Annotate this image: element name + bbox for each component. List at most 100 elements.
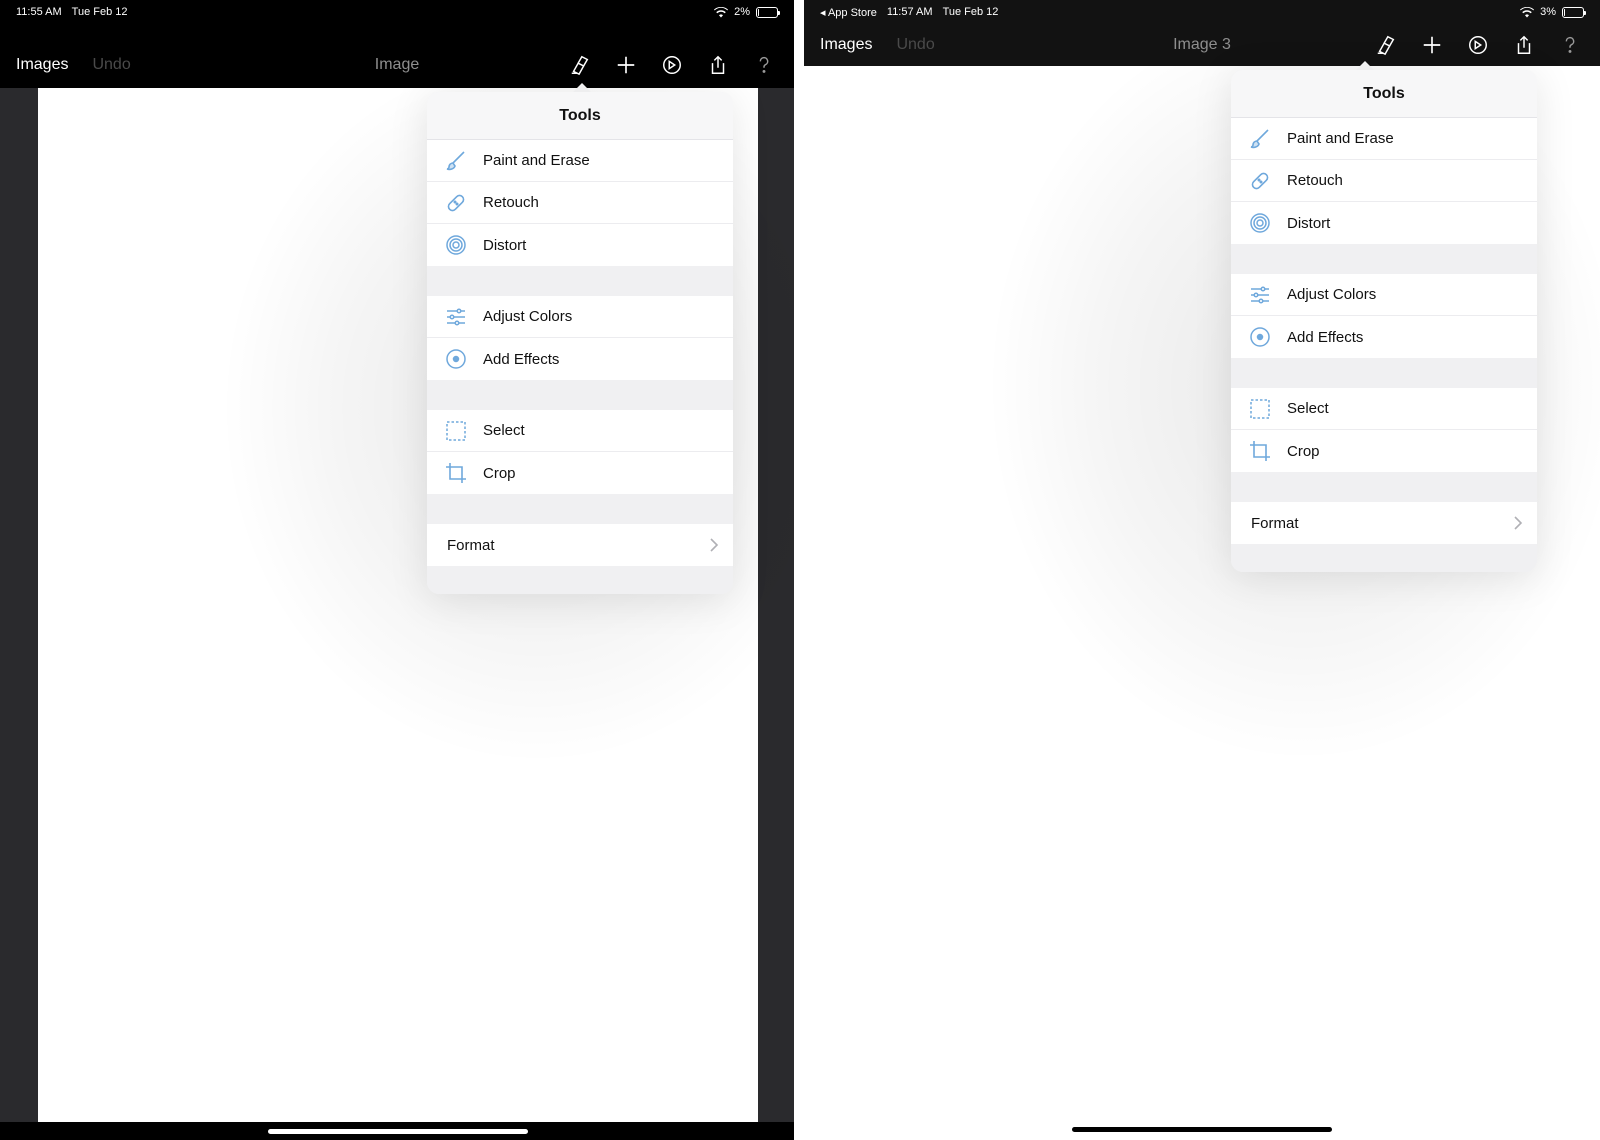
- effects-icon: [443, 346, 469, 372]
- sliders-icon: [447, 307, 465, 326]
- menu-item-add-effects[interactable]: Add Effects: [427, 338, 733, 380]
- chevron-right-icon: [710, 538, 719, 552]
- wifi-icon: [1520, 6, 1535, 17]
- selection-icon: [443, 418, 469, 444]
- menu-item-label: Crop: [483, 464, 516, 482]
- help-icon: [759, 56, 769, 73]
- menu-group: Format: [427, 524, 733, 566]
- selection-icon: [1247, 396, 1273, 422]
- menu-item-label: Retouch: [483, 194, 539, 211]
- menu-item-retouch[interactable]: Retouch: [1231, 160, 1537, 202]
- menu-item-paint-and-erase[interactable]: Paint and Erase: [427, 140, 733, 182]
- menu-item-format[interactable]: Format: [1231, 502, 1537, 544]
- tools-icon: [571, 55, 589, 76]
- effects-icon: [1247, 324, 1273, 350]
- tools-popover: Tools Paint and Erase Retouch Distort Adjust…: [427, 92, 733, 594]
- menu-item-label: Format: [1251, 514, 1299, 532]
- add-button[interactable]: [1418, 31, 1446, 59]
- home-indicator[interactable]: [268, 1129, 528, 1134]
- brush-icon: [443, 148, 469, 174]
- crop-icon: [443, 460, 469, 486]
- group-separator: [1231, 472, 1537, 502]
- menu-item-label: Select: [1287, 400, 1329, 417]
- group-separator: [427, 380, 733, 410]
- menu-item-label: Paint and Erase: [1287, 130, 1394, 147]
- menu-item-adjust-colors[interactable]: Adjust Colors: [427, 296, 733, 338]
- share-icon: [1517, 35, 1531, 54]
- menu-item-format[interactable]: Format: [427, 524, 733, 566]
- spiral-icon: [1250, 213, 1270, 233]
- brush-icon: [446, 150, 465, 170]
- popover-title: Tools: [1231, 70, 1537, 118]
- menu-item-label: Format: [447, 536, 495, 554]
- menu-group: Paint and Erase Retouch Distort: [1231, 118, 1537, 244]
- brush-icon: [1247, 126, 1273, 152]
- bandage-icon: [1251, 172, 1269, 189]
- undo-button[interactable]: Undo: [92, 56, 130, 74]
- bandage-icon: [1247, 168, 1273, 194]
- status-time: 11:55 AM: [16, 6, 62, 18]
- navigation-bar: Images Undo Image: [0, 24, 794, 88]
- menu-item-label: Select: [483, 422, 525, 439]
- group-separator: [427, 494, 733, 524]
- group-separator: [1231, 358, 1537, 388]
- share-button[interactable]: [1510, 31, 1538, 59]
- tools-button[interactable]: [1372, 31, 1400, 59]
- chevron-right-icon: [1514, 516, 1523, 530]
- sliders-icon: [1251, 285, 1269, 304]
- menu-item-distort[interactable]: Distort: [427, 224, 733, 266]
- bandage-icon: [447, 194, 465, 211]
- menu-group: Adjust Colors Add Effects: [427, 296, 733, 380]
- battery-percent: 3%: [1540, 6, 1556, 18]
- battery-icon: [756, 6, 780, 18]
- spiral-icon: [1247, 210, 1273, 236]
- menu-item-paint-and-erase[interactable]: Paint and Erase: [1231, 118, 1537, 160]
- help-icon: [1565, 36, 1575, 53]
- sliders-icon: [443, 304, 469, 330]
- popover-title: Tools: [427, 92, 733, 140]
- effects-icon: [446, 349, 466, 369]
- home-indicator[interactable]: [1072, 1127, 1332, 1132]
- effects-icon: [1250, 327, 1270, 347]
- selection-icon: [446, 420, 466, 441]
- battery-percent: 2%: [734, 6, 750, 18]
- menu-item-label: Adjust Colors: [1287, 286, 1377, 303]
- menu-item-adjust-colors[interactable]: Adjust Colors: [1231, 274, 1537, 316]
- menu-group: Paint and Erase Retouch Distort: [427, 140, 733, 266]
- menu-item-select[interactable]: Select: [427, 410, 733, 452]
- menu-item-add-effects[interactable]: Add Effects: [1231, 316, 1537, 358]
- menu-item-label: Distort: [1287, 214, 1331, 232]
- left-screenshot: 11:55 AM Tue Feb 12 2% Images Undo Image: [0, 0, 794, 1140]
- tools-icon: [1377, 35, 1395, 56]
- menu-item-crop[interactable]: Crop: [427, 452, 733, 494]
- help-button[interactable]: [750, 51, 778, 79]
- images-button[interactable]: Images: [820, 36, 872, 54]
- status-date: Tue Feb 12: [942, 6, 999, 18]
- right-screenshot: ◂ App Store 11:57 AM Tue Feb 12 3% Image…: [804, 0, 1600, 1140]
- images-button[interactable]: Images: [16, 56, 68, 74]
- back-to-app-store[interactable]: ◂ App Store: [820, 6, 877, 19]
- popover-footer: [427, 566, 733, 594]
- add-button[interactable]: [612, 51, 640, 79]
- status-date: Tue Feb 12: [71, 6, 128, 18]
- menu-item-crop[interactable]: Crop: [1231, 430, 1537, 472]
- status-bar: ◂ App Store 11:57 AM Tue Feb 12 3%: [804, 0, 1600, 24]
- help-button[interactable]: [1556, 31, 1584, 59]
- share-icon: [711, 55, 725, 74]
- crop-icon: [1247, 438, 1273, 464]
- undo-button[interactable]: Undo: [896, 36, 934, 54]
- brush-icon: [1250, 128, 1269, 148]
- group-separator: [1231, 244, 1537, 274]
- share-button[interactable]: [704, 51, 732, 79]
- adjust-button[interactable]: [1464, 31, 1492, 59]
- menu-item-distort[interactable]: Distort: [1231, 202, 1537, 244]
- adjust-button[interactable]: [658, 51, 686, 79]
- menu-item-select[interactable]: Select: [1231, 388, 1537, 430]
- sliders-icon: [1247, 282, 1273, 308]
- menu-group: Select Crop: [427, 410, 733, 494]
- menu-item-label: Paint and Erase: [483, 152, 590, 169]
- menu-group: Format: [1231, 502, 1537, 544]
- group-separator: [427, 266, 733, 296]
- tools-button[interactable]: [566, 51, 594, 79]
- menu-item-retouch[interactable]: Retouch: [427, 182, 733, 224]
